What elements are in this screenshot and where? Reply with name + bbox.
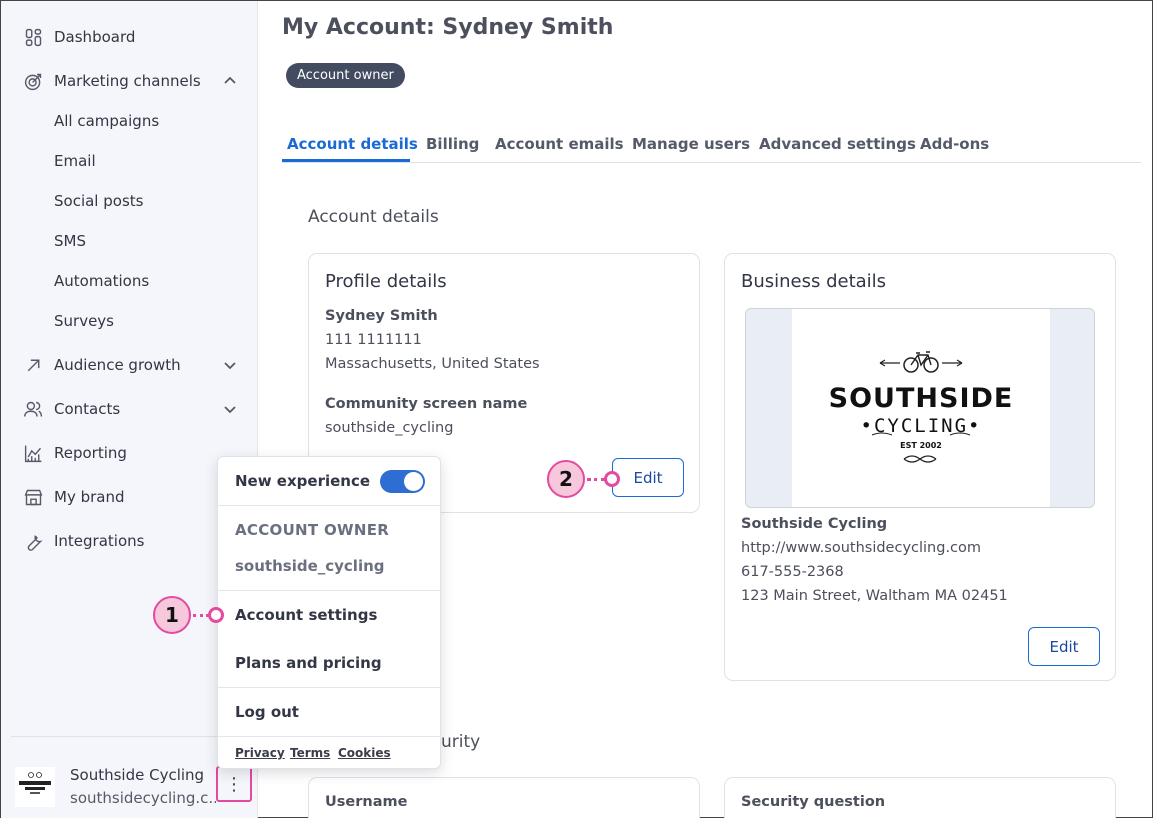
- business-url: http://www.southsidecycling.com: [741, 540, 982, 556]
- new-experience-toggle[interactable]: [380, 470, 425, 493]
- username-card: Username: [308, 777, 700, 818]
- sidebar-item-marketing-channels[interactable]: Marketing channels: [21, 69, 201, 93]
- sidebar-item-reporting[interactable]: Reporting: [21, 441, 127, 465]
- owner-username: southside_cycling: [235, 557, 385, 575]
- plans-pricing-menu-item[interactable]: Plans and pricing: [235, 654, 382, 672]
- username-label: Username: [325, 794, 408, 810]
- profile-phone: 111 1111111: [325, 332, 422, 348]
- kebab-icon: ⋮: [225, 773, 243, 795]
- account-logo: [15, 767, 55, 807]
- sidebar-item-audience-growth[interactable]: Audience growth: [21, 353, 181, 377]
- section-title: Account details: [308, 207, 439, 227]
- chevron-down-icon[interactable]: [222, 357, 240, 375]
- sidebar-item-label: Dashboard: [54, 28, 136, 46]
- sidebar-item-my-brand[interactable]: My brand: [21, 485, 125, 509]
- business-details-card: Business details SOUTHSIDE •CYCLING• EST…: [724, 253, 1116, 681]
- divider: [218, 736, 440, 737]
- business-name: Southside Cycling: [741, 516, 888, 532]
- sidebar-item-label: My brand: [54, 488, 125, 506]
- screen-name-value: southside_cycling: [325, 420, 454, 436]
- callout-1: 1: [153, 596, 191, 634]
- callout-1-leader: [193, 614, 209, 617]
- sidebar-item-label: Reporting: [54, 444, 127, 462]
- tab-add-ons[interactable]: Add-ons: [920, 135, 989, 153]
- profile-location: Massachusetts, United States: [325, 356, 540, 372]
- owner-heading: ACCOUNT OWNER: [235, 521, 390, 539]
- cookies-link[interactable]: Cookies: [338, 746, 391, 760]
- edit-business-button[interactable]: Edit: [1028, 627, 1100, 666]
- security-question-label: Security question: [741, 794, 886, 810]
- sidebar-item-integrations[interactable]: Integrations: [21, 529, 144, 553]
- divider: [218, 505, 440, 506]
- tab-advanced-settings[interactable]: Advanced settings: [759, 135, 916, 153]
- dashboard-icon: [21, 25, 45, 49]
- callout-2: 2: [547, 460, 585, 498]
- sidebar-item-contacts[interactable]: Contacts: [21, 397, 120, 421]
- logout-menu-item[interactable]: Log out: [235, 703, 299, 721]
- card-title: Business details: [741, 271, 887, 292]
- tab-bar: Account details Billing Account emails M…: [282, 132, 1141, 163]
- chevron-up-icon[interactable]: [222, 73, 240, 91]
- screen-name-label: Community screen name: [325, 396, 528, 412]
- card-title: Profile details: [325, 271, 447, 292]
- business-logo: SOUTHSIDE •CYCLING• EST 2002: [745, 308, 1095, 508]
- tab-account-emails[interactable]: Account emails: [495, 135, 624, 153]
- sidebar-subitem-surveys[interactable]: Surveys: [54, 312, 114, 330]
- privacy-link[interactable]: Privacy: [235, 746, 285, 760]
- sidebar-item-label: Audience growth: [54, 356, 181, 374]
- logo-text: SOUTHSIDE: [828, 383, 1014, 414]
- arrow-up-right-icon: [21, 353, 45, 377]
- profile-name: Sydney Smith: [325, 308, 438, 324]
- logo-subtext-word: CYCLING: [873, 415, 969, 437]
- sidebar-subitem-email[interactable]: Email: [54, 152, 96, 170]
- callout-2-leader: [587, 478, 605, 481]
- sidebar-subitem-sms[interactable]: SMS: [54, 232, 86, 250]
- business-phone: 617-555-2368: [741, 564, 844, 580]
- page-title: My Account: Sydney Smith: [282, 15, 614, 40]
- edit-profile-button[interactable]: Edit: [612, 458, 684, 497]
- sidebar-subitem-automations[interactable]: Automations: [54, 272, 149, 290]
- divider: [218, 687, 440, 688]
- tab-billing[interactable]: Billing: [426, 135, 479, 153]
- sidebar-item-label: Integrations: [54, 532, 145, 550]
- account-menu: New experience ACCOUNT OWNER southside_c…: [217, 456, 441, 769]
- callout-1-ring: [208, 607, 224, 623]
- security-section-title: urity: [441, 732, 481, 752]
- sidebar-item-label: Contacts: [54, 400, 121, 418]
- sidebar-item-label: Marketing channels: [54, 72, 201, 90]
- account-name: Southside Cycling: [70, 766, 205, 784]
- wrench-icon: [21, 529, 45, 553]
- chart-icon: [21, 441, 45, 465]
- sidebar-subitem-social-posts[interactable]: Social posts: [54, 192, 143, 210]
- contacts-icon: [21, 397, 45, 421]
- more-options-button[interactable]: ⋮: [216, 766, 252, 802]
- target-icon: [21, 69, 45, 93]
- account-url: southsidecycling.c...: [70, 789, 216, 807]
- divider: [218, 590, 440, 591]
- sidebar-item-dashboard[interactable]: Dashboard: [21, 25, 135, 49]
- security-question-card: Security question: [724, 777, 1116, 818]
- logo-subtext: •CYCLING•: [860, 415, 982, 437]
- terms-link[interactable]: Terms: [290, 746, 330, 760]
- store-icon: [21, 485, 45, 509]
- logo-est: EST 2002: [900, 441, 942, 450]
- status-badge: Account owner: [286, 63, 405, 88]
- callout-2-ring: [604, 471, 620, 487]
- sidebar-subitem-all-campaigns[interactable]: All campaigns: [54, 112, 159, 130]
- new-experience-label: New experience: [235, 472, 371, 490]
- account-settings-menu-item[interactable]: Account settings: [235, 606, 377, 624]
- active-tab-indicator: [282, 159, 410, 162]
- tab-manage-users[interactable]: Manage users: [632, 135, 750, 153]
- tab-account-details[interactable]: Account details: [287, 135, 418, 153]
- business-address: 123 Main Street, Waltham MA 02451: [741, 588, 1008, 604]
- chevron-down-icon[interactable]: [222, 401, 240, 419]
